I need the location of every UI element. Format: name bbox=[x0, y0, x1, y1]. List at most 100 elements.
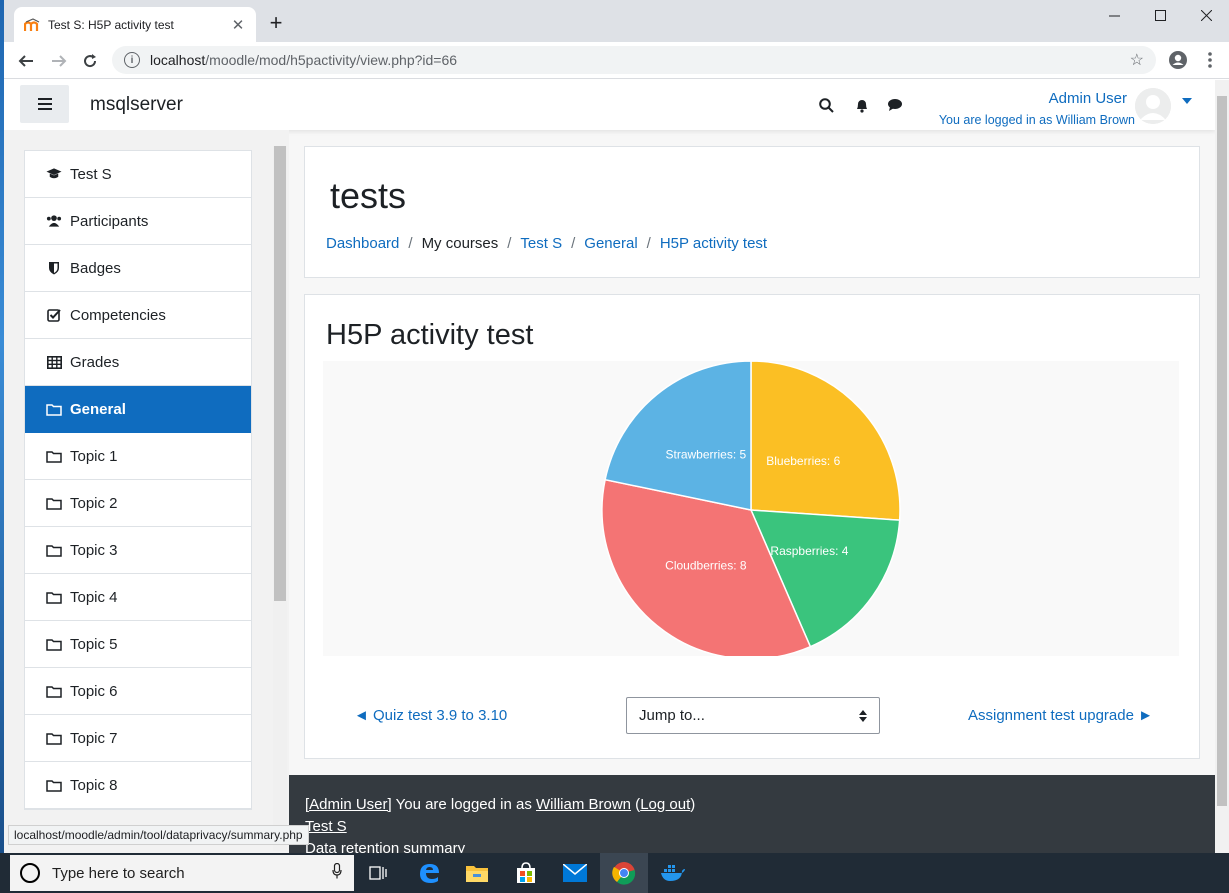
breadcrumb-section[interactable]: General bbox=[584, 235, 637, 252]
user-menu-caret-icon[interactable] bbox=[1182, 98, 1192, 104]
docker-icon[interactable] bbox=[649, 853, 697, 893]
drawer-item-topic-4[interactable]: Topic 4 bbox=[25, 574, 251, 621]
footer-admin-user-link[interactable]: [Admin User] bbox=[305, 796, 392, 813]
footer-course-line: Test S bbox=[305, 816, 1199, 838]
footer-paren-close: ) bbox=[690, 796, 696, 813]
file-explorer-icon[interactable] bbox=[453, 853, 501, 893]
breadcrumb-separator: / bbox=[646, 235, 651, 252]
back-arrow-icon[interactable] bbox=[15, 50, 37, 72]
breadcrumb-separator: / bbox=[571, 235, 576, 252]
previous-activity-link[interactable]: ◄ Quiz test 3.9 to 3.10 bbox=[354, 707, 507, 724]
edge-browser-icon[interactable] bbox=[405, 853, 453, 893]
jump-to-value: Jump to... bbox=[639, 707, 705, 724]
checkbox-icon bbox=[46, 307, 62, 323]
close-window-button[interactable] bbox=[1183, 0, 1229, 30]
table-icon bbox=[46, 354, 62, 370]
footer-data-retention-line: Data retention summary bbox=[305, 838, 1199, 853]
reload-icon[interactable] bbox=[79, 50, 101, 72]
mail-icon[interactable] bbox=[551, 853, 599, 893]
footer-logout-link[interactable]: Log out bbox=[640, 796, 690, 813]
drawer-item-topic-6[interactable]: Topic 6 bbox=[25, 668, 251, 715]
url-text: localhost/moodle/mod/h5pactivity/view.ph… bbox=[150, 52, 1130, 68]
browser-toolbar: i localhost/moodle/mod/h5pactivity/view.… bbox=[4, 42, 1229, 79]
forward-arrow-icon[interactable] bbox=[48, 50, 70, 72]
folder-icon bbox=[46, 401, 62, 417]
footer-course-link[interactable]: Test S bbox=[305, 818, 347, 835]
drawer-item-topic-8[interactable]: Topic 8 bbox=[25, 762, 251, 809]
drawer-item-topic-5[interactable]: Topic 5 bbox=[25, 621, 251, 668]
drawer-item-label: Grades bbox=[70, 353, 120, 371]
microphone-icon[interactable] bbox=[332, 862, 342, 883]
taskbar-search-box[interactable]: Type here to search bbox=[10, 855, 354, 891]
drawer-item-general[interactable]: General bbox=[25, 386, 251, 433]
drawer-item-topic-7[interactable]: Topic 7 bbox=[25, 715, 251, 762]
moodle-favicon-icon bbox=[24, 17, 40, 33]
pie-slice-blueberries bbox=[750, 360, 901, 521]
site-name[interactable]: msqlserver bbox=[90, 94, 183, 116]
tab-title: Test S: H5P activity test bbox=[48, 17, 174, 32]
breadcrumb-course[interactable]: Test S bbox=[520, 235, 562, 252]
new-tab-button[interactable]: + bbox=[264, 12, 288, 34]
page-scrollbar[interactable] bbox=[1215, 80, 1229, 853]
url-path: /moodle/mod/h5pactivity/view.php?id=66 bbox=[205, 52, 458, 68]
browser-tab[interactable]: Test S: H5P activity test ✕ bbox=[14, 7, 256, 42]
site-info-icon[interactable]: i bbox=[124, 52, 140, 68]
drawer-item-label: Topic 8 bbox=[70, 776, 118, 794]
h5p-content[interactable]: Blueberries: 6 Raspberries: 4 Cloudberries… bbox=[323, 360, 1179, 660]
folder-icon bbox=[46, 730, 62, 746]
folder-icon bbox=[46, 495, 62, 511]
footer-user-link[interactable]: William Brown bbox=[536, 796, 631, 813]
user-menu[interactable]: Admin User You are logged in as William … bbox=[939, 90, 1135, 129]
maximize-button[interactable] bbox=[1137, 0, 1183, 30]
windows-taskbar: Type here to search bbox=[0, 853, 1229, 893]
drawer-toggle-button[interactable] bbox=[20, 85, 69, 123]
logged-in-as: You are logged in as William Brown bbox=[938, 113, 1135, 127]
folder-icon bbox=[46, 636, 62, 652]
breadcrumb-activity[interactable]: H5P activity test bbox=[660, 235, 767, 252]
tab-strip: Test S: H5P activity test ✕ + bbox=[4, 0, 1229, 42]
address-bar[interactable]: i localhost/moodle/mod/h5pactivity/view.… bbox=[112, 46, 1156, 74]
drawer-item-label: Topic 7 bbox=[70, 729, 118, 747]
footer-paren-open: ( bbox=[631, 796, 641, 813]
search-icon[interactable] bbox=[817, 96, 835, 114]
store-icon[interactable] bbox=[502, 853, 550, 893]
drawer-item-label: Topic 4 bbox=[70, 588, 118, 606]
menu-kebab-icon[interactable] bbox=[1199, 49, 1221, 71]
cortana-icon[interactable] bbox=[20, 863, 40, 883]
jump-to-select[interactable]: Jump to... bbox=[626, 697, 880, 734]
footer-data-retention-link[interactable]: Data retention summary bbox=[305, 840, 465, 853]
messages-icon[interactable] bbox=[886, 96, 904, 114]
drawer-item-topic-2[interactable]: Topic 2 bbox=[25, 480, 251, 527]
next-activity-link[interactable]: Assignment test upgrade ► bbox=[968, 707, 1153, 724]
hamburger-icon bbox=[37, 98, 52, 110]
task-view-icon[interactable] bbox=[354, 853, 402, 893]
drawer-item-label: Topic 6 bbox=[70, 682, 118, 700]
chrome-icon[interactable] bbox=[600, 853, 648, 893]
drawer-item-test-s[interactable]: Test S bbox=[25, 151, 251, 198]
drawer-item-label: Competencies bbox=[70, 306, 166, 324]
breadcrumb-dashboard[interactable]: Dashboard bbox=[326, 235, 399, 252]
drawer-scrollbar[interactable] bbox=[273, 146, 287, 851]
breadcrumb-separator: / bbox=[408, 235, 413, 252]
drawer-item-participants[interactable]: Participants bbox=[25, 198, 251, 245]
drawer-scrollbar-thumb[interactable] bbox=[274, 146, 286, 601]
minimize-button[interactable] bbox=[1091, 0, 1137, 30]
drawer-item-badges[interactable]: Badges bbox=[25, 245, 251, 292]
breadcrumb-my-courses: My courses bbox=[421, 235, 499, 252]
drawer-item-topic-1[interactable]: Topic 1 bbox=[25, 433, 251, 480]
bookmark-star-icon[interactable]: ☆ bbox=[1130, 50, 1144, 70]
tab-close-icon[interactable]: ✕ bbox=[230, 16, 246, 34]
notifications-bell-icon[interactable] bbox=[853, 96, 871, 114]
folder-icon bbox=[46, 777, 62, 793]
folder-icon bbox=[46, 589, 62, 605]
drawer-item-competencies[interactable]: Competencies bbox=[25, 292, 251, 339]
drawer-item-topic-3[interactable]: Topic 3 bbox=[25, 527, 251, 574]
user-name[interactable]: Admin User bbox=[939, 90, 1127, 108]
drawer-item-label: Topic 1 bbox=[70, 447, 118, 465]
page-scrollbar-thumb[interactable] bbox=[1217, 96, 1227, 806]
drawer-item-label: Test S bbox=[70, 165, 112, 183]
taskbar-search-placeholder: Type here to search bbox=[52, 864, 185, 882]
drawer-item-grades[interactable]: Grades bbox=[25, 339, 251, 386]
avatar[interactable] bbox=[1135, 88, 1171, 124]
profile-icon[interactable] bbox=[1167, 49, 1189, 71]
